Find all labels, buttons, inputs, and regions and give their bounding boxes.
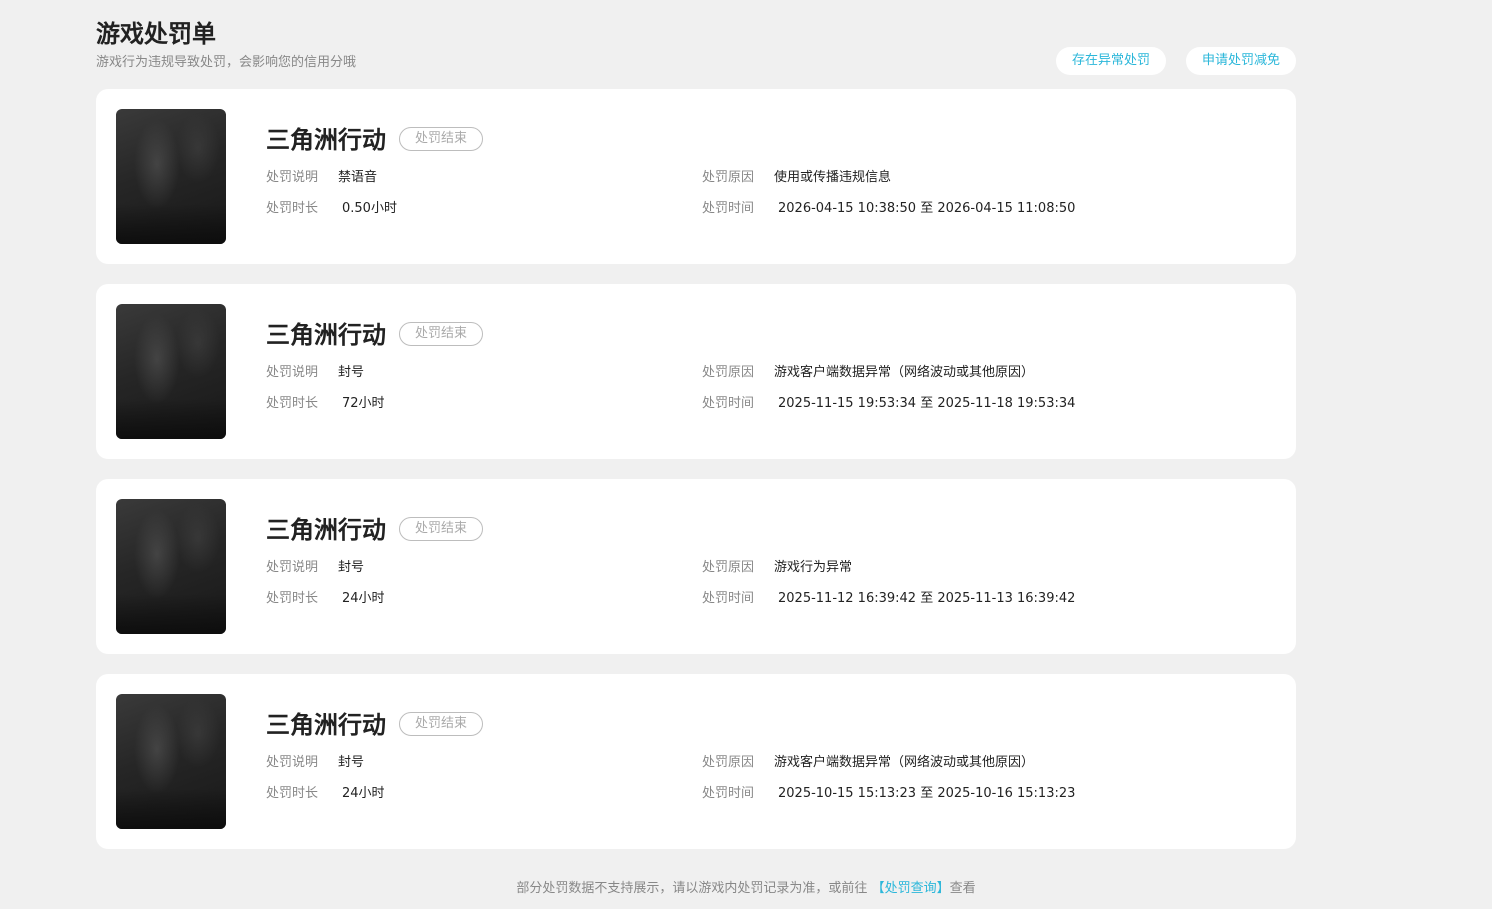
reason-value: 游戏客户端数据异常（网络波动或其他原因） xyxy=(774,755,1035,770)
game-name: 三角洲行动 xyxy=(266,126,386,154)
description-value: 封号 xyxy=(338,755,365,770)
status-badge: 处罚结束 xyxy=(399,322,483,346)
apply-reduction-button[interactable]: 申请处罚减免 xyxy=(1186,47,1296,75)
duration-label: 处罚时长 xyxy=(266,591,319,606)
abnormal-penalty-button[interactable]: 存在异常处罚 xyxy=(1056,47,1166,75)
reason-label: 处罚原因 xyxy=(702,755,755,770)
page-subtitle: 游戏行为违规导致处罚，会影响您的信用分哦 xyxy=(96,55,357,70)
time-value: 2025-11-15 19:53:34 至 2025-11-18 19:53:3… xyxy=(778,396,1076,411)
penalty-card: 三角洲行动 处罚结束 处罚说明 禁语音 处罚时长 0.50小时 处罚原因 使用或… xyxy=(96,89,1296,264)
time-label: 处罚时间 xyxy=(702,786,755,801)
time-label: 处罚时间 xyxy=(702,201,755,216)
footer-note-prefix: 部分处罚数据不支持展示，请以游戏内处罚记录为准，或前往 xyxy=(516,881,868,896)
time-label: 处罚时间 xyxy=(702,591,755,606)
reason-value: 使用或传播违规信息 xyxy=(774,170,892,185)
description-label: 处罚说明 xyxy=(266,170,319,185)
time-value: 2025-10-15 15:13:23 至 2025-10-16 15:13:2… xyxy=(778,786,1076,801)
footer-note: 部分处罚数据不支持展示，请以游戏内处罚记录为准，或前往 【处罚查询】查看 xyxy=(0,880,1492,898)
duration-label: 处罚时长 xyxy=(266,786,319,801)
reason-label: 处罚原因 xyxy=(702,365,755,380)
duration-label: 处罚时长 xyxy=(266,201,319,216)
penalty-query-link[interactable]: 【处罚查询】 xyxy=(872,881,950,896)
page-title: 游戏处罚单 xyxy=(96,20,216,48)
time-value: 2026-04-15 10:38:50 至 2026-04-15 11:08:5… xyxy=(778,201,1076,216)
description-label: 处罚说明 xyxy=(266,365,319,380)
footer-note-suffix: 查看 xyxy=(949,881,976,896)
time-value: 2025-11-12 16:39:42 至 2025-11-13 16:39:4… xyxy=(778,591,1076,606)
game-thumbnail xyxy=(116,109,226,244)
penalty-card: 三角洲行动 处罚结束 处罚说明 封号 处罚时长 24小时 处罚原因 游戏行为异常… xyxy=(96,479,1296,654)
reason-value: 游戏客户端数据异常（网络波动或其他原因） xyxy=(774,365,1035,380)
duration-value: 72小时 xyxy=(342,396,385,411)
game-thumbnail xyxy=(116,499,226,634)
game-name: 三角洲行动 xyxy=(266,516,386,544)
status-badge: 处罚结束 xyxy=(399,127,483,151)
reason-value: 游戏行为异常 xyxy=(774,560,853,575)
description-label: 处罚说明 xyxy=(266,755,319,770)
game-name: 三角洲行动 xyxy=(266,711,386,739)
duration-value: 24小时 xyxy=(342,786,385,801)
description-label: 处罚说明 xyxy=(266,560,319,575)
reason-label: 处罚原因 xyxy=(702,560,755,575)
description-value: 封号 xyxy=(338,560,365,575)
duration-label: 处罚时长 xyxy=(266,396,319,411)
reason-label: 处罚原因 xyxy=(702,170,755,185)
penalty-card: 三角洲行动 处罚结束 处罚说明 封号 处罚时长 24小时 处罚原因 游戏客户端数… xyxy=(96,674,1296,849)
description-value: 封号 xyxy=(338,365,365,380)
duration-value: 24小时 xyxy=(342,591,385,606)
description-value: 禁语音 xyxy=(338,170,378,185)
game-thumbnail xyxy=(116,304,226,439)
duration-value: 0.50小时 xyxy=(342,201,397,216)
game-thumbnail xyxy=(116,694,226,829)
time-label: 处罚时间 xyxy=(702,396,755,411)
game-name: 三角洲行动 xyxy=(266,321,386,349)
status-badge: 处罚结束 xyxy=(399,712,483,736)
penalty-card: 三角洲行动 处罚结束 处罚说明 封号 处罚时长 72小时 处罚原因 游戏客户端数… xyxy=(96,284,1296,459)
status-badge: 处罚结束 xyxy=(399,517,483,541)
